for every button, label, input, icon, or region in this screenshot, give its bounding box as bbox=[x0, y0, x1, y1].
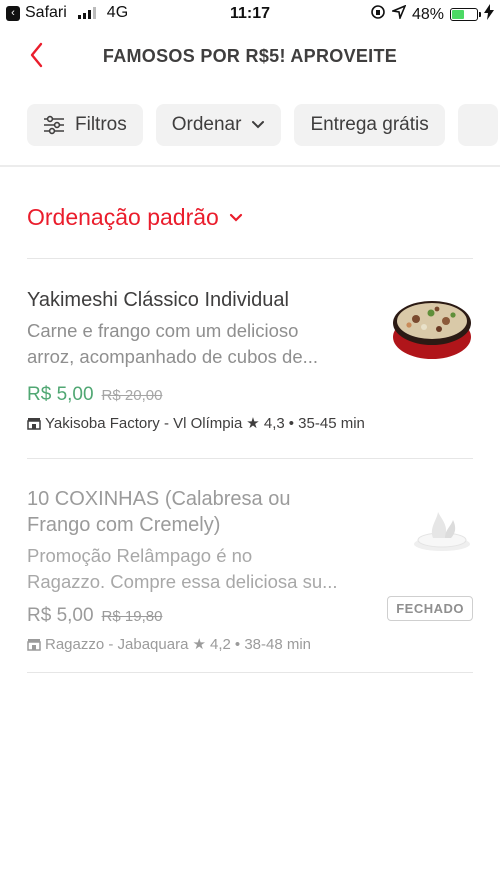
delivery-time: • 35-45 min bbox=[288, 414, 365, 432]
item-name-line: 10 COXINHAS (Calabresa ou bbox=[27, 488, 291, 510]
orientation-lock-icon bbox=[370, 4, 386, 25]
chevron-down-icon bbox=[252, 121, 265, 129]
chevron-down-icon bbox=[229, 213, 242, 222]
status-bar: ‹ Safari 4G 11:17 48% bbox=[0, 0, 500, 28]
store-icon bbox=[27, 638, 41, 651]
filter-chip-label: Ordenar bbox=[171, 114, 242, 135]
item-name-line: Frango com Cremely) bbox=[27, 514, 221, 536]
store-name: Yakisoba Factory - Vl Olímpia bbox=[45, 414, 243, 432]
item-store-meta: Ragazzo - Jabaquara ★ 4,2 • 38-48 min bbox=[27, 635, 473, 653]
battery-percent: 48% bbox=[411, 5, 444, 23]
sliders-icon bbox=[44, 115, 64, 135]
page-title: FAMOSOS POR R$5! APROVEITE bbox=[102, 46, 398, 66]
item-store-meta: Yakisoba Factory - Vl Olímpia ★ 4,3 • 35… bbox=[27, 414, 473, 432]
placeholder-dish-icon bbox=[411, 506, 473, 561]
store-name: Ragazzo - Jabaquara bbox=[45, 635, 189, 653]
divider bbox=[0, 165, 500, 167]
filter-chip-filtros[interactable]: Filtros bbox=[27, 104, 143, 146]
nav-bar: FAMOSOS POR R$5! APROVEITE bbox=[0, 36, 500, 76]
store-icon bbox=[27, 417, 41, 430]
status-badge: FECHADO bbox=[387, 596, 473, 621]
divider bbox=[27, 672, 473, 673]
sort-label: Ordenação padrão bbox=[27, 204, 219, 230]
list-item[interactable]: 10 COXINHAS (Calabresa ou Frango com Cre… bbox=[27, 486, 473, 656]
filter-bar: Filtros Ordenar Entrega grátis bbox=[27, 104, 498, 146]
item-description-line: Promoção Relâmpago é no bbox=[27, 545, 253, 566]
divider bbox=[27, 458, 473, 459]
filter-chip-label: Entrega grátis bbox=[310, 114, 429, 135]
item-price: R$ 5,00 bbox=[27, 605, 94, 626]
filter-chip-more[interactable] bbox=[457, 104, 498, 146]
store-rating: ★ 4,3 bbox=[246, 415, 285, 432]
item-price: R$ 5,00 bbox=[27, 384, 94, 405]
item-old-price: R$ 20,00 bbox=[101, 387, 163, 404]
list-item[interactable]: Yakimeshi Clássico Individual Carne e fr… bbox=[27, 287, 473, 447]
item-name: 10 COXINHAS (Calabresa ou Frango com Cre… bbox=[27, 486, 473, 538]
charging-icon bbox=[484, 4, 494, 25]
location-icon bbox=[390, 4, 407, 24]
filter-chip-label: Filtros bbox=[75, 114, 127, 135]
item-description: Promoção Relâmpago é no Ragazzo. Compre … bbox=[27, 543, 473, 595]
store-rating: ★ 4,2 bbox=[192, 636, 231, 653]
item-old-price: R$ 19,80 bbox=[101, 608, 163, 625]
item-description-line: Ragazzo. Compre essa deliciosa su... bbox=[27, 571, 338, 592]
filter-chip-entrega-gratis[interactable]: Entrega grátis bbox=[294, 104, 445, 146]
filter-chip-ordenar[interactable]: Ordenar bbox=[155, 104, 282, 146]
battery-icon bbox=[450, 8, 481, 21]
price-row: R$ 5,00 R$ 20,00 bbox=[27, 384, 473, 406]
divider bbox=[27, 258, 473, 259]
item-photo bbox=[391, 293, 473, 370]
sort-selector[interactable]: Ordenação padrão bbox=[27, 204, 243, 231]
delivery-time: • 38-48 min bbox=[234, 635, 312, 653]
